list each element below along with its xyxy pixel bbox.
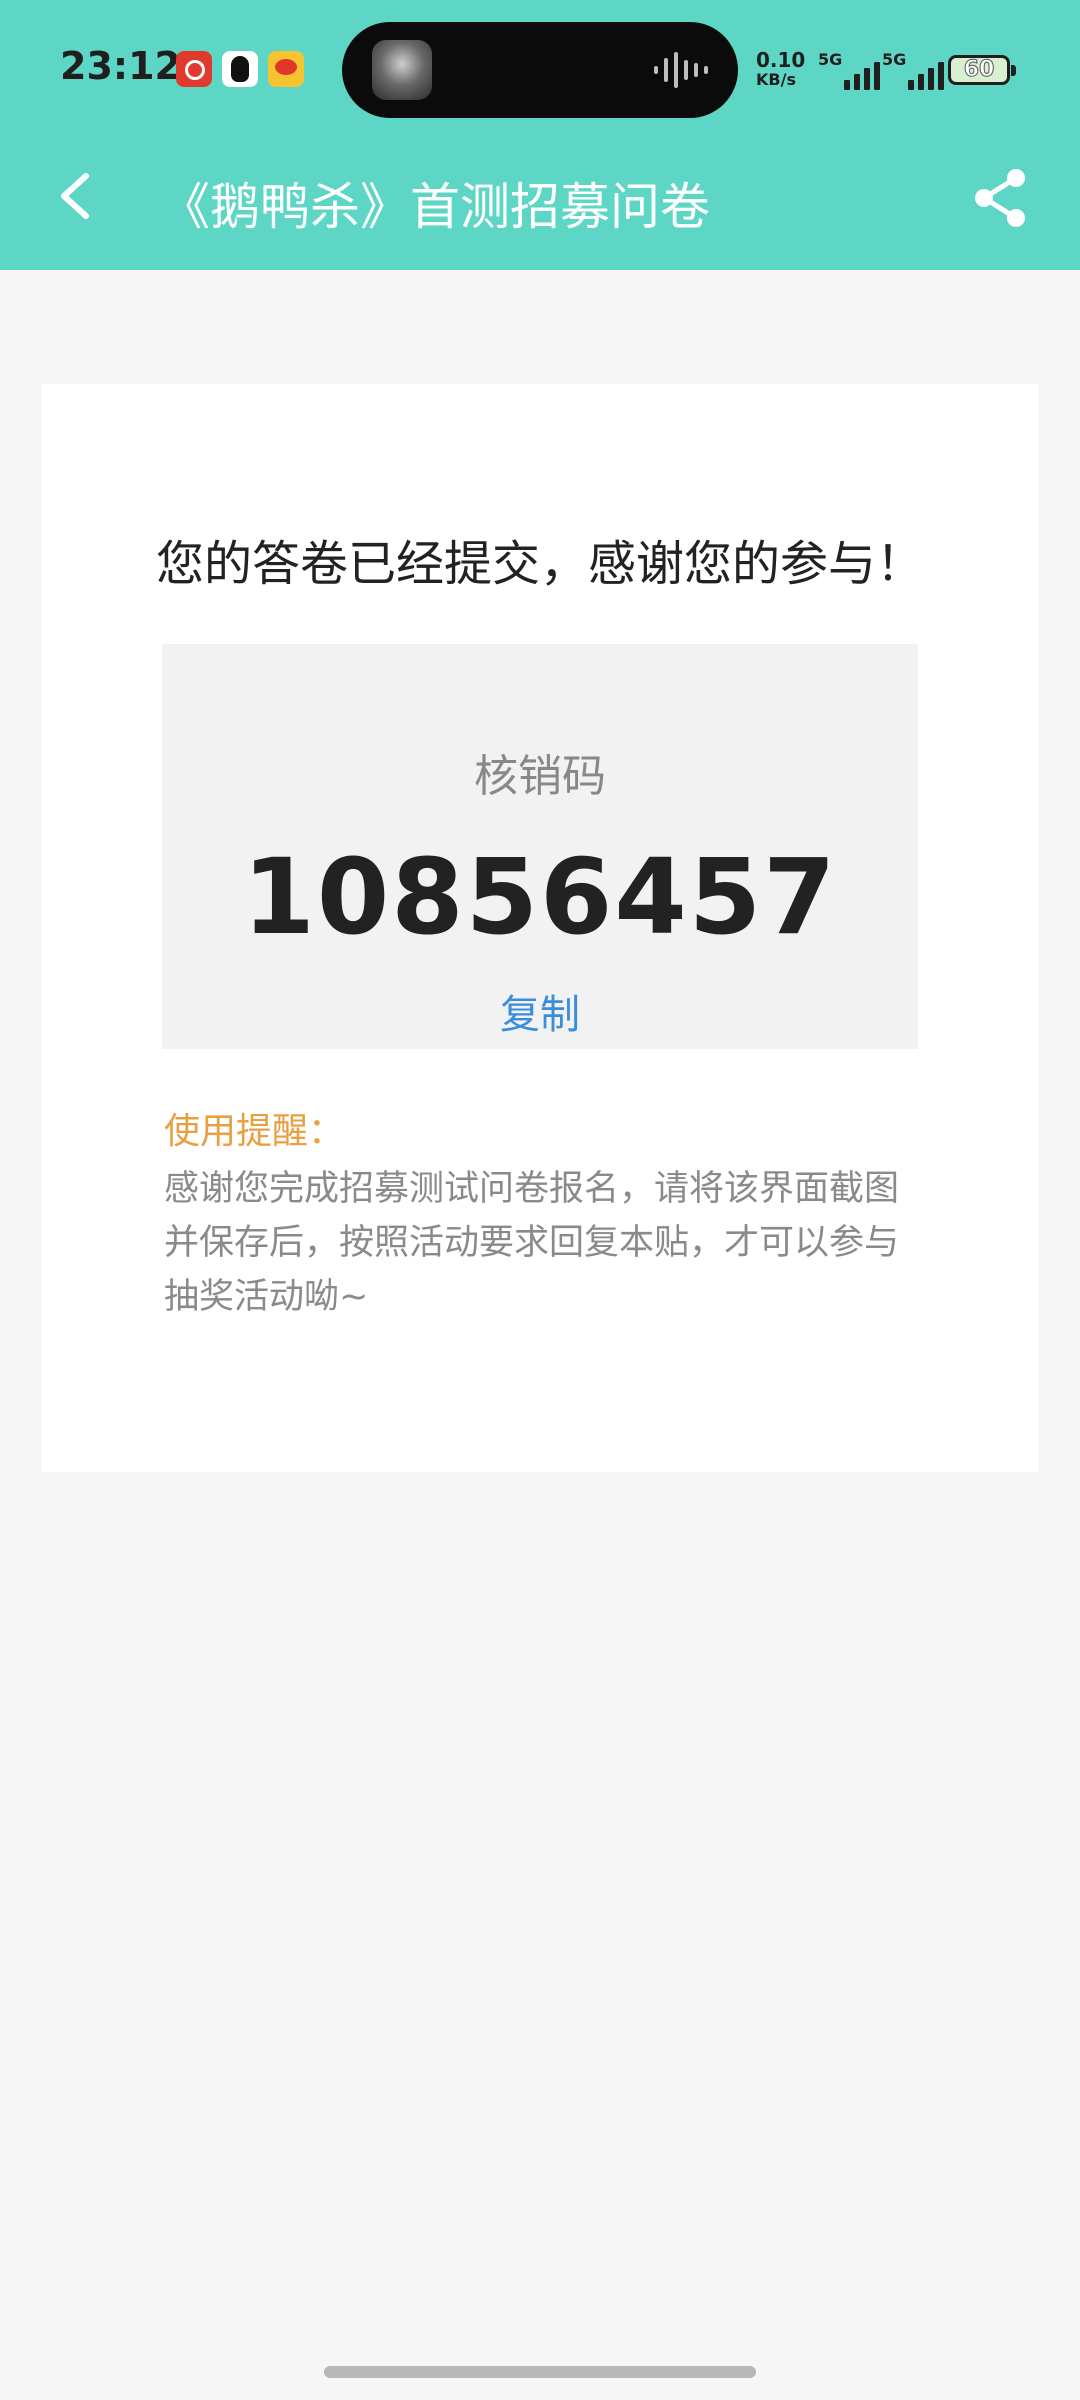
network-speed-unit: KB/s [756, 70, 796, 89]
netease-music-icon [176, 51, 212, 87]
battery-icon: 60 [948, 55, 1016, 85]
network-speed: 0.10 KB/s [756, 50, 805, 90]
weibo-icon [268, 51, 304, 87]
result-card: 您的答卷已经提交，感谢您的参与！ 核销码 10856457 复制 使用提醒： 感… [42, 384, 1038, 1472]
battery-level: 60 [963, 57, 995, 82]
home-indicator[interactable] [324, 2366, 756, 2378]
success-message: 您的答卷已经提交，感谢您的参与！ [155, 536, 924, 592]
copy-button[interactable]: 复制 [162, 982, 918, 1040]
chevron-left-icon [61, 173, 89, 219]
code-value: 10856457 [242, 836, 838, 958]
share-button[interactable] [970, 166, 1030, 230]
code-box: 核销码 10856457 复制 [162, 644, 918, 1049]
signal-2-label: 5G [882, 50, 907, 69]
page-title: 《鹅鸭杀》首测招募问卷 [160, 178, 710, 236]
signal-1-label: 5G [818, 50, 843, 69]
status-time: 23:12 [60, 44, 181, 88]
qq-icon [222, 51, 258, 87]
reminder-title: 使用提醒： [164, 1111, 345, 1152]
reminder-text: 感谢您完成招募测试问卷报名，请将该界面截图并保存后，按照活动要求回复本贴，才可以… [164, 1169, 900, 1317]
network-speed-value: 0.10 [756, 48, 806, 72]
code-label: 核销码 [474, 751, 606, 802]
dynamic-island[interactable] [342, 22, 738, 118]
share-icon [975, 169, 1025, 227]
audio-wave-icon [654, 52, 708, 88]
album-art-icon [372, 40, 432, 100]
back-button[interactable] [50, 166, 100, 226]
